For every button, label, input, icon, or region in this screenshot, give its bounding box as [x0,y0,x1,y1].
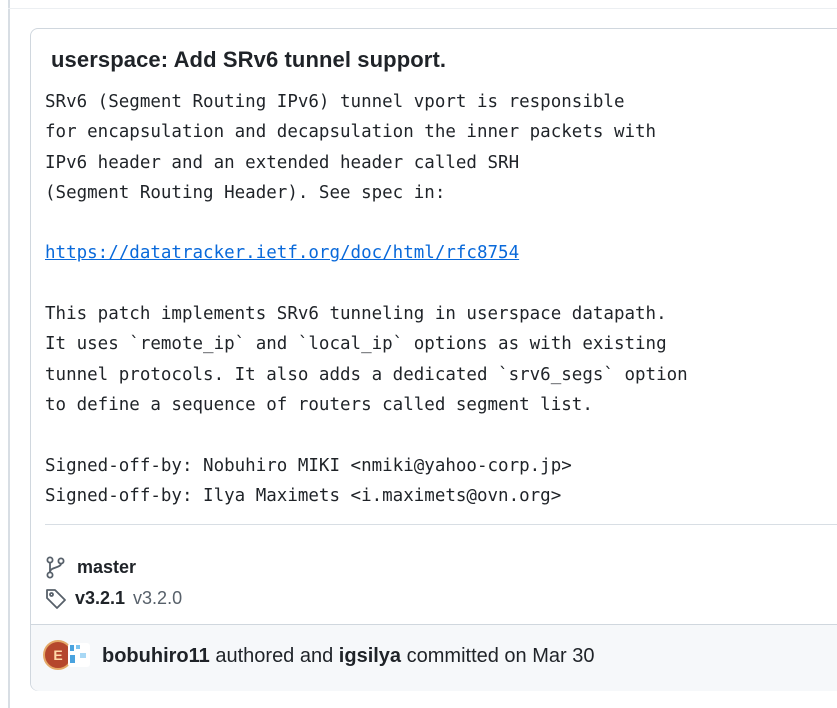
signoff-line: Signed-off-by: Ilya Maximets <i.maximets… [45,485,562,506]
avatar-stack[interactable]: E [43,640,95,672]
tag-link-primary[interactable]: v3.2.1 [75,588,125,609]
message-line: SRv6 (Segment Routing IPv6) tunnel vport… [45,92,625,112]
message-line: for encapsulation and decapsulation the … [45,122,657,143]
message-line: It uses `remote_ip` and `local_ip` optio… [45,334,667,355]
committer-avatar[interactable] [68,643,90,667]
spec-link[interactable]: https://datatracker.ietf.org/doc/html/rf… [45,243,519,263]
signoff-line: Signed-off-by: Nobuhiro MIKI <nmiki@yaho… [45,455,572,476]
page-left-border [8,0,10,708]
message-line: tunnel protocols. It also adds a dedicat… [45,364,688,385]
message-line: to define a sequence of routers called s… [45,394,593,415]
commit-byline: bobuhiro11 authored and igsilya committe… [102,645,594,668]
git-branch-icon [46,556,65,579]
commit-footer: E bobuhiro11 authored and igsilya commit… [31,624,837,691]
message-line: This patch implements SRv6 tunneling in … [45,304,667,325]
page-top-border [8,8,837,9]
author-link[interactable]: bobuhiro11 [102,645,210,667]
branch-link[interactable]: master [77,557,136,578]
committed-date-text: committed on Mar 30 [401,645,595,667]
commit-title: userspace: Add SRv6 tunnel support. [51,47,447,72]
tag-link-secondary[interactable]: v3.2.0 [133,588,182,609]
message-line: (Segment Routing Header). See spec in: [45,182,446,203]
tag-icon [46,589,66,609]
authored-text: authored and [209,645,339,667]
commit-card: userspace: Add SRv6 tunnel support. SRv6… [30,28,837,691]
section-divider [45,524,837,525]
branch-row: master [45,554,136,580]
tags-row: v3.2.1 v3.2.0 [45,585,182,611]
committer-link[interactable]: igsilya [339,645,401,667]
message-line: IPv6 header and an extended header calle… [45,152,520,173]
commit-message-body: SRv6 (Segment Routing IPv6) tunnel vport… [45,87,688,511]
